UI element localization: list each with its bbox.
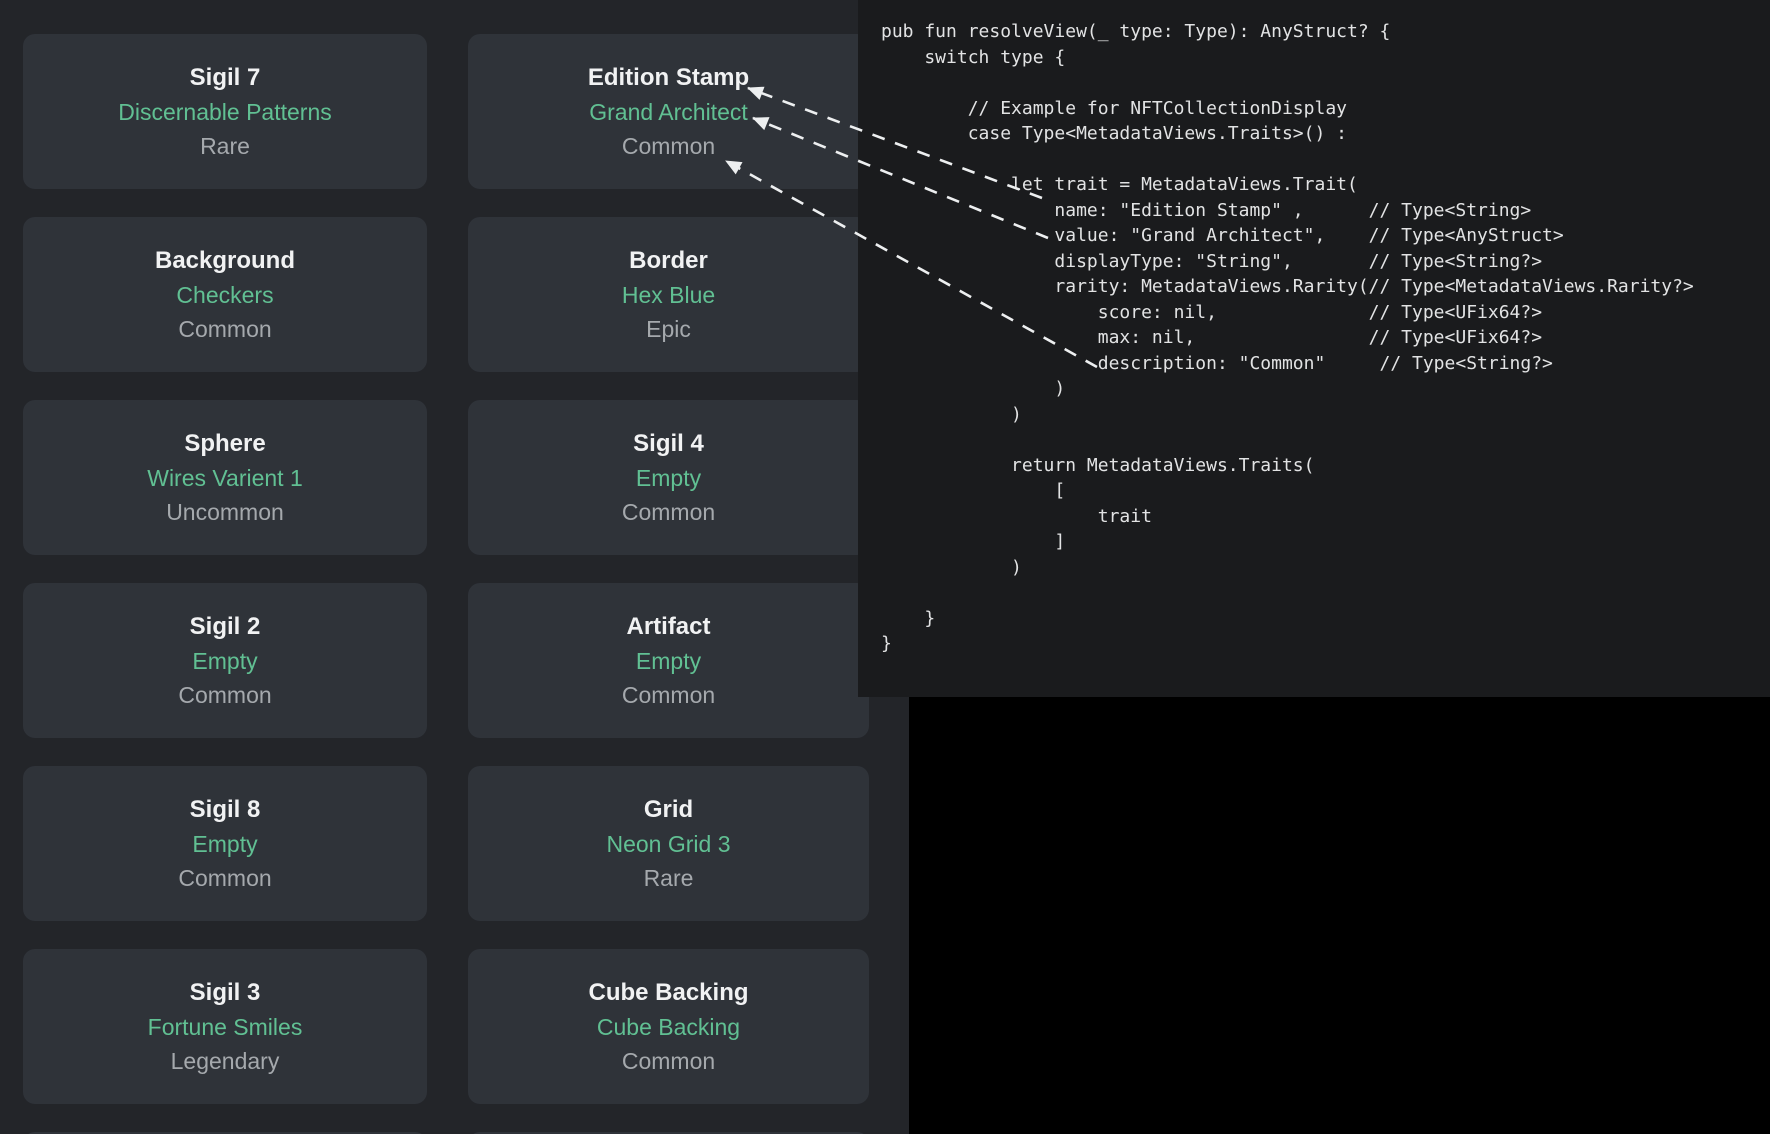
trait-name: Sigil 2 <box>190 610 261 644</box>
trait-name: Cube Backing <box>588 976 748 1010</box>
trait-value: Hex Blue <box>622 278 715 312</box>
trait-card-sigil-8: Sigil 8 Empty Common <box>23 766 427 921</box>
trait-value: Checkers <box>176 278 273 312</box>
trait-name: Grid <box>644 793 693 827</box>
trait-rarity: Uncommon <box>166 495 284 529</box>
code-overlay-panel: pub fun resolveView(_ type: Type): AnySt… <box>858 0 1770 697</box>
trait-value: Cube Backing <box>597 1010 740 1044</box>
traits-grid: Sigil 7 Discernable Patterns Rare Editio… <box>23 34 869 1134</box>
traits-page: Sigil 7 Discernable Patterns Rare Editio… <box>0 0 909 1134</box>
trait-value: Empty <box>636 461 701 495</box>
trait-name: Artifact <box>626 610 710 644</box>
trait-rarity: Rare <box>200 129 250 163</box>
trait-rarity: Common <box>622 1044 715 1078</box>
trait-rarity: Legendary <box>171 1044 280 1078</box>
trait-name: Sigil 8 <box>190 793 261 827</box>
trait-card-artifact: Artifact Empty Common <box>468 583 869 738</box>
trait-value: Discernable Patterns <box>118 95 332 129</box>
trait-card-edition-stamp: Edition Stamp Grand Architect Common <box>468 34 869 189</box>
trait-card-sigil-7: Sigil 7 Discernable Patterns Rare <box>23 34 427 189</box>
trait-value: Neon Grid 3 <box>606 827 730 861</box>
trait-card-sigil-2: Sigil 2 Empty Common <box>23 583 427 738</box>
screenshot-root: Sigil 7 Discernable Patterns Rare Editio… <box>0 0 1770 1134</box>
trait-rarity: Rare <box>644 861 694 895</box>
trait-name: Edition Stamp <box>588 61 749 95</box>
trait-name: Sigil 4 <box>633 427 704 461</box>
trait-name: Sphere <box>184 427 265 461</box>
trait-card-grid: Grid Neon Grid 3 Rare <box>468 766 869 921</box>
trait-rarity: Epic <box>646 312 691 346</box>
trait-card-sigil-4: Sigil 4 Empty Common <box>468 400 869 555</box>
trait-card-sphere: Sphere Wires Varient 1 Uncommon <box>23 400 427 555</box>
trait-value: Grand Architect <box>589 95 748 129</box>
trait-rarity: Common <box>178 861 271 895</box>
trait-rarity: Common <box>178 678 271 712</box>
trait-name: Sigil 7 <box>190 61 261 95</box>
trait-value: Empty <box>192 827 257 861</box>
trait-rarity: Common <box>622 129 715 163</box>
trait-value: Empty <box>636 644 701 678</box>
trait-card-border: Border Hex Blue Epic <box>468 217 869 372</box>
trait-name: Border <box>629 244 708 278</box>
trait-value: Wires Varient 1 <box>147 461 303 495</box>
trait-value: Fortune Smiles <box>148 1010 303 1044</box>
trait-card-background: Background Checkers Common <box>23 217 427 372</box>
trait-rarity: Common <box>622 495 715 529</box>
trait-rarity: Common <box>622 678 715 712</box>
trait-value: Empty <box>192 644 257 678</box>
trait-name: Sigil 3 <box>190 976 261 1010</box>
code-block: pub fun resolveView(_ type: Type): AnySt… <box>858 0 1770 657</box>
trait-card-cube-backing: Cube Backing Cube Backing Common <box>468 949 869 1104</box>
trait-name: Background <box>155 244 295 278</box>
trait-rarity: Common <box>178 312 271 346</box>
trait-card-sigil-3: Sigil 3 Fortune Smiles Legendary <box>23 949 427 1104</box>
